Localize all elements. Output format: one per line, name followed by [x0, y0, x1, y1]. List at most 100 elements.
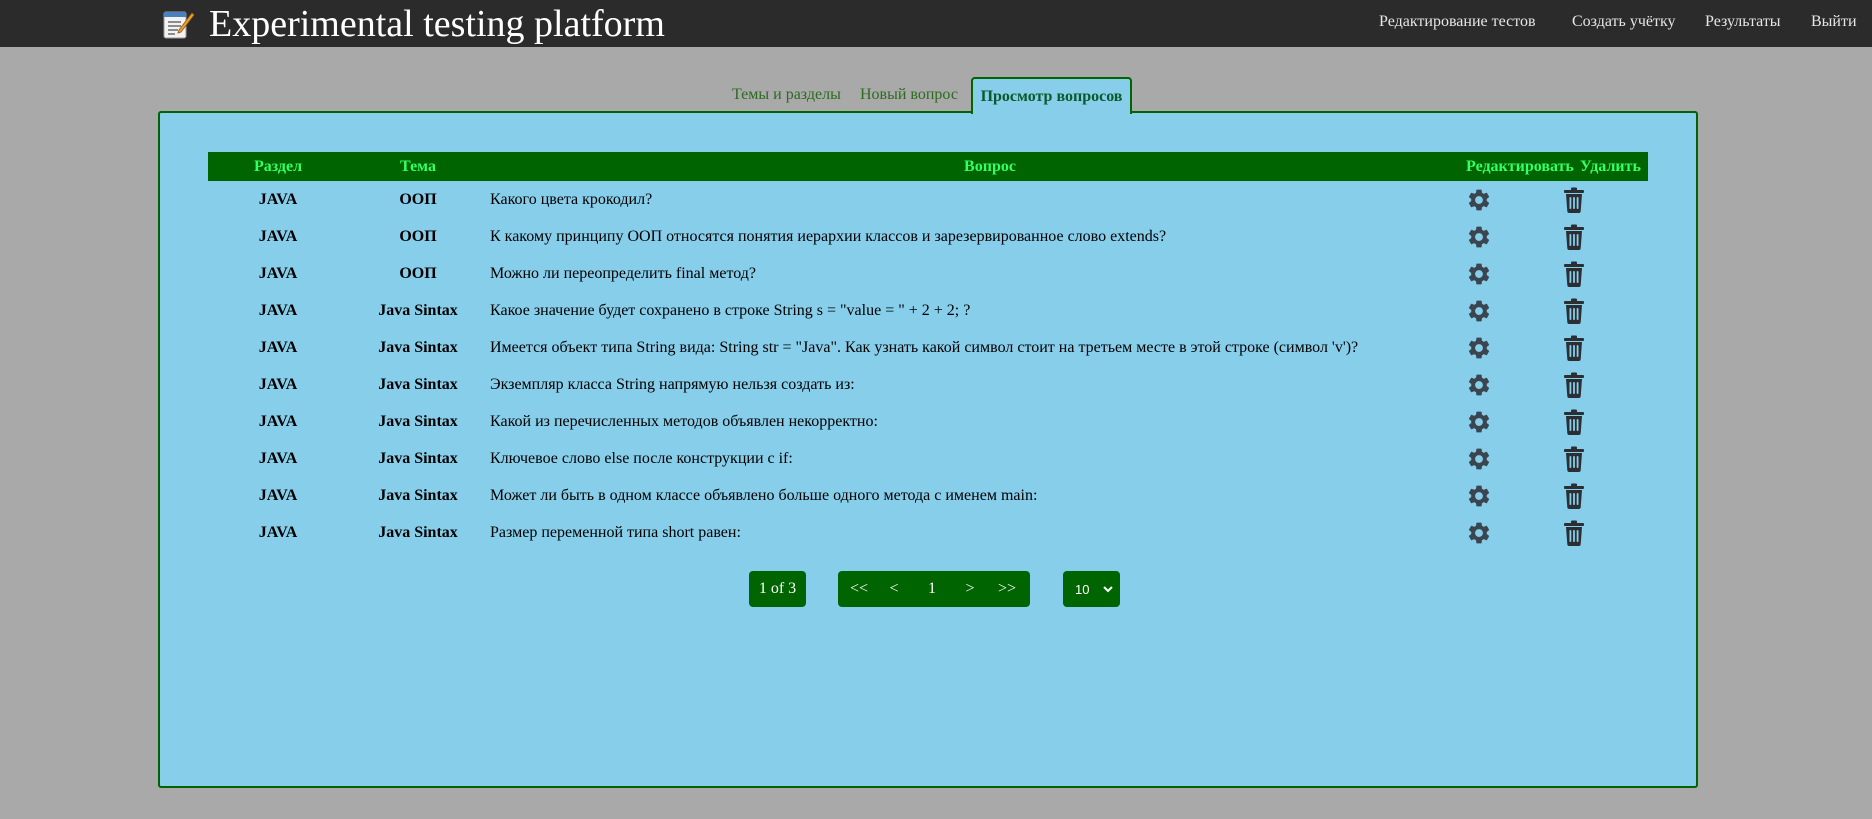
gear-icon [1466, 446, 1492, 472]
cell-topic: Java Sintax [378, 450, 458, 467]
table-row: JAVA Java Sintax Какое значение будет сохр… [208, 292, 1648, 329]
cell-section: JAVA [258, 228, 298, 245]
header-question: Вопрос [964, 158, 1016, 175]
edit-button[interactable] [1456, 514, 1502, 551]
tab-new-question[interactable]: Новый вопрос [860, 86, 958, 104]
edit-button[interactable] [1456, 181, 1502, 218]
table-row: JAVA ООП Какого цвета крокодил? [208, 181, 1648, 218]
cell-question: Может ли быть в одном классе объявлено б… [490, 487, 1038, 504]
cell-section: JAVA [258, 450, 298, 467]
header-delete: Удалить [1580, 158, 1641, 175]
brand[interactable]: Experimental testing platform [161, 4, 665, 44]
gear-icon [1466, 409, 1492, 435]
trash-icon [1563, 409, 1585, 435]
edit-button[interactable] [1456, 403, 1502, 440]
chevron-down-icon [1103, 586, 1113, 593]
tab-topics-sections[interactable]: Темы и разделы [732, 86, 841, 104]
trash-icon [1563, 224, 1585, 250]
delete-button[interactable] [1554, 440, 1594, 477]
delete-button[interactable] [1554, 255, 1594, 292]
cell-section: JAVA [258, 339, 298, 356]
gear-icon [1466, 224, 1492, 250]
notepad-pencil-icon [163, 11, 195, 39]
delete-button[interactable] [1554, 292, 1594, 329]
edit-button[interactable] [1456, 477, 1502, 514]
cell-topic: Java Sintax [378, 524, 458, 541]
app-title[interactable]: Experimental testing platform [209, 4, 665, 44]
gear-icon [1466, 261, 1492, 287]
gear-icon [1466, 187, 1492, 213]
gear-icon [1466, 298, 1492, 324]
last-page-button[interactable]: >> [992, 571, 1022, 607]
header-edit: Редактировать [1466, 158, 1574, 175]
table-row: JAVA ООП Можно ли переопределить final мет… [208, 255, 1648, 292]
delete-button[interactable] [1554, 329, 1594, 366]
nav-create-account[interactable]: Создать учётку [1572, 13, 1676, 31]
nav-edit-tests[interactable]: Редактирование тестов [1379, 13, 1536, 31]
cell-question: Какого цвета крокодил? [490, 191, 653, 208]
cell-topic: ООП [399, 191, 437, 208]
cell-question: Размер переменной типа short равен: [490, 524, 741, 541]
trash-icon [1563, 483, 1585, 509]
cell-topic: Java Sintax [378, 413, 458, 430]
cell-question: Можно ли переопределить final метод? [490, 265, 756, 282]
header-topic: Тема [400, 158, 436, 175]
delete-button[interactable] [1554, 403, 1594, 440]
pagination-info-text: 1 of 3 [758, 580, 797, 597]
table-row: JAVA Java Sintax Какой из перечисленных ме… [208, 403, 1648, 440]
table-row: JAVA Java Sintax Ключевое слово else после… [208, 440, 1648, 477]
trash-icon [1563, 187, 1585, 213]
table-row: JAVA Java Sintax Имеется объект типа Strin… [208, 329, 1648, 366]
cell-question: Ключевое слово else после конструкции с … [490, 450, 793, 467]
cell-topic: Java Sintax [378, 339, 458, 356]
cell-section: JAVA [258, 487, 298, 504]
edit-button[interactable] [1456, 292, 1502, 329]
top-navbar: Experimental testing platform Редактиров… [0, 0, 1872, 47]
page-size-select[interactable]: 10 [1063, 571, 1120, 607]
pagination-nav: << < 1 > >> [838, 571, 1030, 607]
delete-button[interactable] [1554, 477, 1594, 514]
trash-icon [1563, 335, 1585, 361]
table-row: JAVA Java Sintax Размер переменной типа sh… [208, 514, 1648, 551]
trash-icon [1563, 261, 1585, 287]
edit-button[interactable] [1456, 440, 1502, 477]
table-body: JAVA ООП Какого цвета крокодил? JAVA ООП К ка… [208, 181, 1648, 551]
trash-icon [1563, 372, 1585, 398]
cell-question: Какой из перечисленных методов объявлен … [490, 413, 878, 430]
tab-view-questions[interactable]: Просмотр вопросов [971, 77, 1132, 114]
table-header: Раздел Тема Вопрос Редактировать Удалить [208, 152, 1648, 181]
cell-question: К какому принципу ООП относятся понятия … [490, 228, 1167, 245]
edit-button[interactable] [1456, 366, 1502, 403]
cell-question: Экземпляр класса String напрямую нельзя … [490, 376, 855, 393]
table-row: JAVA Java Sintax Экземпляр класса String н… [208, 366, 1648, 403]
edit-button[interactable] [1456, 255, 1502, 292]
current-page[interactable]: 1 [920, 571, 944, 607]
first-page-button[interactable]: << [844, 571, 874, 607]
delete-button[interactable] [1554, 181, 1594, 218]
table-row: JAVA ООП К какому принципу ООП относятся п… [208, 218, 1648, 255]
cell-section: JAVA [258, 191, 298, 208]
delete-button[interactable] [1554, 218, 1594, 255]
cell-topic: Java Sintax [378, 376, 458, 393]
cell-section: JAVA [258, 376, 298, 393]
tab-view-questions-label: Просмотр вопросов [980, 87, 1123, 105]
nav-logout[interactable]: Выйти [1811, 13, 1857, 31]
nav-results[interactable]: Результаты [1705, 13, 1781, 31]
prev-page-button[interactable]: < [882, 571, 906, 607]
gear-icon [1466, 335, 1492, 361]
questions-table: Раздел Тема Вопрос Редактировать Удалить… [208, 152, 1648, 551]
cell-section: JAVA [258, 524, 298, 541]
gear-icon [1466, 372, 1492, 398]
cell-section: JAVA [258, 302, 298, 319]
header-section: Раздел [253, 158, 303, 175]
delete-button[interactable] [1554, 514, 1594, 551]
edit-button[interactable] [1456, 329, 1502, 366]
next-page-button[interactable]: > [958, 571, 982, 607]
edit-button[interactable] [1456, 218, 1502, 255]
cell-question: Какое значение будет сохранено в строке … [490, 302, 971, 319]
cell-topic: ООП [399, 265, 437, 282]
cell-topic: ООП [399, 228, 437, 245]
cell-section: JAVA [258, 413, 298, 430]
gear-icon [1466, 520, 1492, 546]
delete-button[interactable] [1554, 366, 1594, 403]
